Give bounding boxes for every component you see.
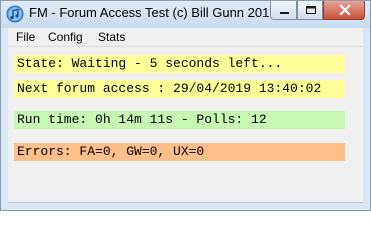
- next-access-line: Next forum access : 29/04/2019 13:40:02: [14, 80, 345, 98]
- menu-stats[interactable]: Stats: [98, 30, 125, 44]
- window-frame-left: [1, 28, 8, 203]
- app-window: FM - Forum Access Test (c) Bill Gunn 201…: [0, 0, 371, 211]
- music-note-icon[interactable]: [6, 5, 24, 23]
- menu-config[interactable]: Config: [48, 30, 83, 44]
- maximize-button[interactable]: [297, 1, 323, 20]
- close-button[interactable]: [323, 1, 365, 20]
- menu-file[interactable]: File: [16, 30, 35, 44]
- window-frame-right: [363, 28, 370, 203]
- close-icon: [339, 4, 351, 16]
- title-bar[interactable]: FM - Forum Access Test (c) Bill Gunn 201…: [1, 1, 370, 28]
- client-area: State: Waiting - 5 seconds left... Next …: [8, 47, 363, 203]
- window-title: FM - Forum Access Test (c) Bill Gunn 201…: [29, 5, 277, 20]
- minimize-button[interactable]: [270, 1, 297, 20]
- errors-line: Errors: FA=0, GW=0, UX=0: [14, 143, 345, 161]
- state-line: State: Waiting - 5 seconds left...: [14, 55, 345, 73]
- run-time-line: Run time: 0h 14m 11s - Polls: 12: [14, 111, 345, 129]
- minimize-icon: [280, 12, 289, 14]
- menu-bar: File Config Stats: [8, 28, 363, 47]
- maximize-icon: [306, 6, 316, 14]
